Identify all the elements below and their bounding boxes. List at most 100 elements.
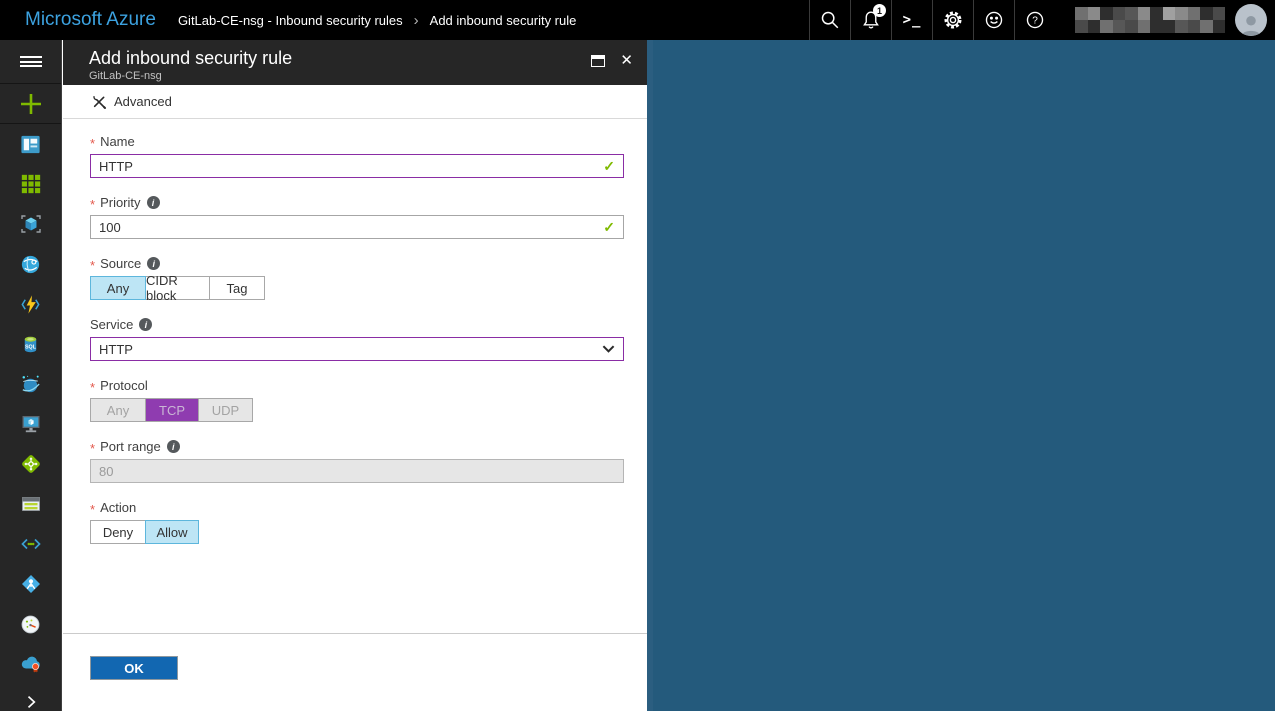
- source-option-any[interactable]: Any: [90, 276, 146, 300]
- sidebar-item-create-resource[interactable]: [0, 84, 61, 124]
- svg-text:?: ?: [1032, 16, 1038, 27]
- dashboard-icon: [19, 133, 42, 156]
- help-button[interactable]: ?: [1014, 0, 1055, 40]
- blade-subtitle: GitLab-CE-nsg: [89, 70, 591, 82]
- required-marker: *: [90, 379, 95, 393]
- info-icon: i: [139, 318, 152, 331]
- info-icon: i: [147, 257, 160, 270]
- person-icon: [1238, 12, 1264, 36]
- sql-database-icon: SQL: [19, 333, 42, 356]
- action-toggle-group: Deny Allow: [90, 520, 621, 544]
- top-bar: Microsoft Azure GitLab-CE-nsg - Inbound …: [0, 0, 1275, 40]
- redacted-username: [1075, 7, 1225, 33]
- sidebar-item-cosmos-db[interactable]: [0, 364, 61, 404]
- priority-label: * Priority i: [90, 195, 621, 210]
- maximize-icon[interactable]: [591, 55, 605, 67]
- azure-logo[interactable]: Microsoft Azure: [25, 9, 156, 31]
- sidebar-item-advisor[interactable]: [0, 644, 61, 684]
- user-avatar[interactable]: [1235, 4, 1267, 36]
- close-icon[interactable]: ✕: [620, 53, 633, 68]
- chevron-right-icon: [21, 692, 41, 712]
- name-input[interactable]: [90, 154, 624, 178]
- hamburger-icon: [20, 54, 42, 70]
- blade-title: Add inbound security rule: [89, 47, 591, 69]
- sidebar-item-load-balancers[interactable]: [0, 444, 61, 484]
- grid-icon: [20, 173, 42, 195]
- vm-monitor-icon: [19, 412, 43, 436]
- advanced-label: Advanced: [114, 94, 172, 109]
- gear-icon: [941, 8, 965, 32]
- required-marker: *: [90, 135, 95, 149]
- globe-icon: [19, 253, 42, 276]
- sidebar-item-expand[interactable]: [0, 684, 61, 720]
- sidebar-item-sql-databases[interactable]: SQL: [0, 324, 61, 364]
- sidebar-item-monitor[interactable]: [0, 604, 61, 644]
- sidebar-item-virtual-machines[interactable]: [0, 404, 61, 444]
- cloud-shell-icon: >_: [903, 12, 922, 28]
- sidebar-item-all-resources[interactable]: [0, 204, 61, 244]
- required-marker: *: [90, 501, 95, 515]
- source-toggle-group: Any CIDR block Tag: [90, 276, 621, 300]
- source-option-cidr-block[interactable]: CIDR block: [145, 276, 210, 300]
- blade-form: * Name ✓ * Priority i ✓ * Source i Any C…: [63, 119, 647, 633]
- breadcrumb: GitLab-CE-nsg - Inbound security rules ›…: [178, 13, 576, 28]
- breadcrumb-parent[interactable]: GitLab-CE-nsg - Inbound security rules: [178, 13, 403, 28]
- cube-icon: [19, 212, 43, 236]
- smiley-icon: [983, 9, 1005, 31]
- notification-badge: 1: [873, 4, 886, 17]
- portal-dimmed-background: [647, 40, 1275, 711]
- advanced-button[interactable]: Advanced: [91, 94, 172, 110]
- feedback-button[interactable]: [973, 0, 1014, 40]
- sidebar-item-azure-active-directory[interactable]: [0, 564, 61, 604]
- valid-check-icon: ✓: [603, 219, 615, 236]
- sidebar-item-storage-accounts[interactable]: [0, 484, 61, 524]
- action-label: * Action: [90, 500, 621, 515]
- ok-button[interactable]: OK: [90, 656, 178, 680]
- action-option-allow[interactable]: Allow: [145, 520, 199, 544]
- load-balancer-icon: [19, 452, 43, 476]
- sidebar-item-function-apps[interactable]: [0, 284, 61, 324]
- planet-icon: [19, 373, 42, 396]
- sidebar-item-virtual-networks[interactable]: [0, 524, 61, 564]
- sidebar-item-all-services[interactable]: [0, 164, 61, 204]
- storage-icon: [19, 492, 43, 516]
- protocol-toggle-group: Any TCP UDP: [90, 398, 621, 422]
- search-button[interactable]: [809, 0, 850, 40]
- portal-background-edge: [647, 40, 653, 711]
- tools-icon: [91, 94, 107, 110]
- blade-toolbar: Advanced: [63, 85, 647, 119]
- required-marker: *: [90, 196, 95, 210]
- info-icon: i: [147, 196, 160, 209]
- sidebar-item-app-services[interactable]: [0, 244, 61, 284]
- lightning-icon: [19, 293, 42, 316]
- virtual-network-icon: [19, 532, 43, 556]
- required-marker: *: [90, 257, 95, 271]
- protocol-option-udp: UDP: [198, 398, 253, 422]
- add-inbound-rule-blade: Add inbound security rule GitLab-CE-nsg …: [63, 40, 647, 711]
- source-option-tag[interactable]: Tag: [209, 276, 265, 300]
- port-range-input: [90, 459, 624, 483]
- blade-header: Add inbound security rule GitLab-CE-nsg …: [63, 40, 647, 85]
- action-option-deny[interactable]: Deny: [90, 520, 146, 544]
- search-icon: [819, 9, 841, 31]
- service-select[interactable]: HTTP: [90, 337, 624, 361]
- breadcrumb-separator-icon: ›: [414, 13, 419, 28]
- plus-icon: [19, 92, 43, 116]
- left-nav: SQL: [0, 40, 62, 711]
- sidebar-item-dashboard[interactable]: [0, 124, 61, 164]
- protocol-option-tcp: TCP: [145, 398, 199, 422]
- gauge-icon: [19, 613, 42, 636]
- settings-button[interactable]: [932, 0, 973, 40]
- source-label: * Source i: [90, 256, 621, 271]
- svg-text:SQL: SQL: [25, 344, 37, 350]
- cloud-shell-button[interactable]: >_: [891, 0, 932, 40]
- priority-input[interactable]: [90, 215, 624, 239]
- protocol-label: * Protocol: [90, 378, 621, 393]
- service-select-value: HTTP: [99, 342, 133, 357]
- advisor-cloud-icon: [19, 652, 43, 676]
- sidebar-item-menu[interactable]: [0, 40, 61, 84]
- required-marker: *: [90, 440, 95, 454]
- protocol-option-any: Any: [90, 398, 146, 422]
- blade-footer: OK: [63, 633, 647, 711]
- notifications-button[interactable]: 1: [850, 0, 891, 40]
